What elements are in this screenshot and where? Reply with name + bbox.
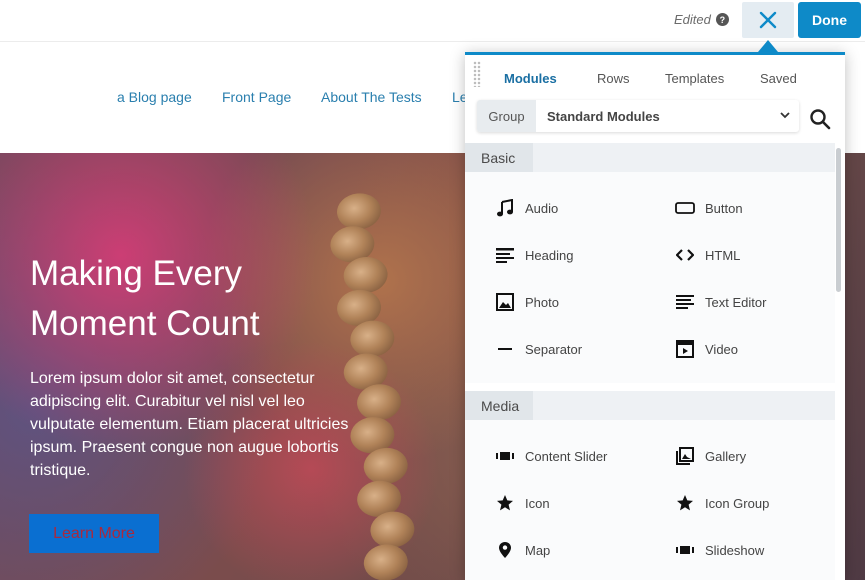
hero-text: Lorem ipsum dolor sit amet, consectetur … bbox=[30, 370, 349, 479]
module-map[interactable]: Map bbox=[494, 538, 550, 562]
module-label: Content Slider bbox=[525, 448, 608, 464]
module-button[interactable]: Button bbox=[674, 196, 743, 220]
module-label: HTML bbox=[705, 247, 741, 263]
video-icon bbox=[674, 338, 696, 360]
map-pin-icon bbox=[494, 539, 516, 561]
done-button[interactable]: Done bbox=[798, 2, 861, 38]
module-label: Button bbox=[705, 200, 743, 216]
photo-icon bbox=[494, 291, 516, 313]
module-gallery[interactable]: Gallery bbox=[674, 444, 746, 468]
module-label: Video bbox=[705, 341, 739, 357]
hero-title: Making Every Moment Count bbox=[30, 254, 260, 343]
content-panel: Modules Rows Templates Saved Group Stand… bbox=[465, 52, 845, 580]
module-content-slider[interactable]: Content Slider bbox=[494, 444, 607, 468]
module-label: Slideshow bbox=[705, 542, 765, 558]
module-label: Gallery bbox=[705, 448, 747, 464]
slider-icon bbox=[674, 539, 696, 561]
section-title: Basic bbox=[465, 143, 533, 172]
drag-handle-icon[interactable] bbox=[473, 61, 481, 87]
tab-rows[interactable]: Rows bbox=[597, 71, 630, 86]
module-slideshow[interactable]: Slideshow bbox=[674, 538, 764, 562]
module-photo[interactable]: Photo bbox=[494, 290, 559, 314]
section-body-media: Content Slider Gallery Icon Icon Group M… bbox=[465, 420, 835, 580]
group-selector[interactable]: Group Standard Modules bbox=[477, 100, 799, 132]
builder-top-bar: Edited ? Done bbox=[0, 0, 865, 42]
module-label: Text Editor bbox=[705, 294, 767, 310]
module-label: Separator bbox=[525, 341, 583, 357]
button-icon bbox=[674, 197, 696, 219]
group-select-value[interactable]: Standard Modules bbox=[547, 109, 660, 124]
module-html[interactable]: HTML bbox=[674, 243, 740, 267]
text-editor-icon bbox=[674, 291, 696, 313]
close-icon bbox=[759, 11, 777, 29]
nav-link-about-the-tests[interactable]: About The Tests bbox=[321, 89, 422, 105]
module-heading[interactable]: Heading bbox=[494, 243, 573, 267]
section-header-media: Media bbox=[465, 391, 835, 420]
module-label: Map bbox=[525, 542, 551, 558]
heading-icon bbox=[494, 244, 516, 266]
module-label: Photo bbox=[525, 294, 559, 310]
search-icon[interactable] bbox=[808, 107, 832, 131]
tab-templates[interactable]: Templates bbox=[665, 71, 724, 86]
slider-icon bbox=[494, 445, 516, 467]
nav-link-blog-page[interactable]: a Blog page bbox=[117, 89, 192, 105]
edited-status: Edited ? bbox=[674, 12, 729, 27]
module-text-editor[interactable]: Text Editor bbox=[674, 290, 766, 314]
module-separator[interactable]: Separator bbox=[494, 337, 582, 361]
section-title: Media bbox=[465, 391, 533, 420]
close-button[interactable] bbox=[742, 2, 794, 38]
tab-saved[interactable]: Saved bbox=[760, 71, 797, 86]
star-icon bbox=[494, 492, 516, 514]
section-header-basic: Basic bbox=[465, 143, 835, 172]
code-icon bbox=[674, 244, 696, 266]
section-body-basic: Audio Button Heading HTML Photo Text Edi… bbox=[465, 172, 835, 383]
edited-label: Edited bbox=[674, 12, 711, 27]
module-label: Heading bbox=[525, 247, 574, 263]
module-label: Audio bbox=[525, 200, 559, 216]
learn-more-button[interactable]: Learn More bbox=[29, 514, 159, 553]
module-icon[interactable]: Icon bbox=[494, 491, 550, 515]
module-list: Basic Audio Button Heading HTML Photo Te… bbox=[465, 143, 845, 580]
module-icon-group[interactable]: Icon Group bbox=[674, 491, 769, 515]
module-video[interactable]: Video bbox=[674, 337, 738, 361]
group-label: Group bbox=[477, 100, 536, 132]
module-label: Icon bbox=[525, 495, 550, 511]
separator-icon bbox=[494, 338, 516, 360]
help-icon[interactable]: ? bbox=[715, 13, 729, 26]
module-audio[interactable]: Audio bbox=[494, 196, 558, 220]
tab-modules[interactable]: Modules bbox=[504, 71, 557, 86]
panel-scrollbar[interactable] bbox=[836, 148, 841, 292]
music-note-icon bbox=[494, 197, 516, 219]
module-label: Icon Group bbox=[705, 495, 770, 511]
gallery-icon bbox=[674, 445, 696, 467]
nav-link-front-page[interactable]: Front Page bbox=[222, 89, 291, 105]
panel-pointer bbox=[758, 40, 778, 52]
star-icon bbox=[674, 492, 696, 514]
chevron-down-icon[interactable] bbox=[779, 109, 791, 121]
